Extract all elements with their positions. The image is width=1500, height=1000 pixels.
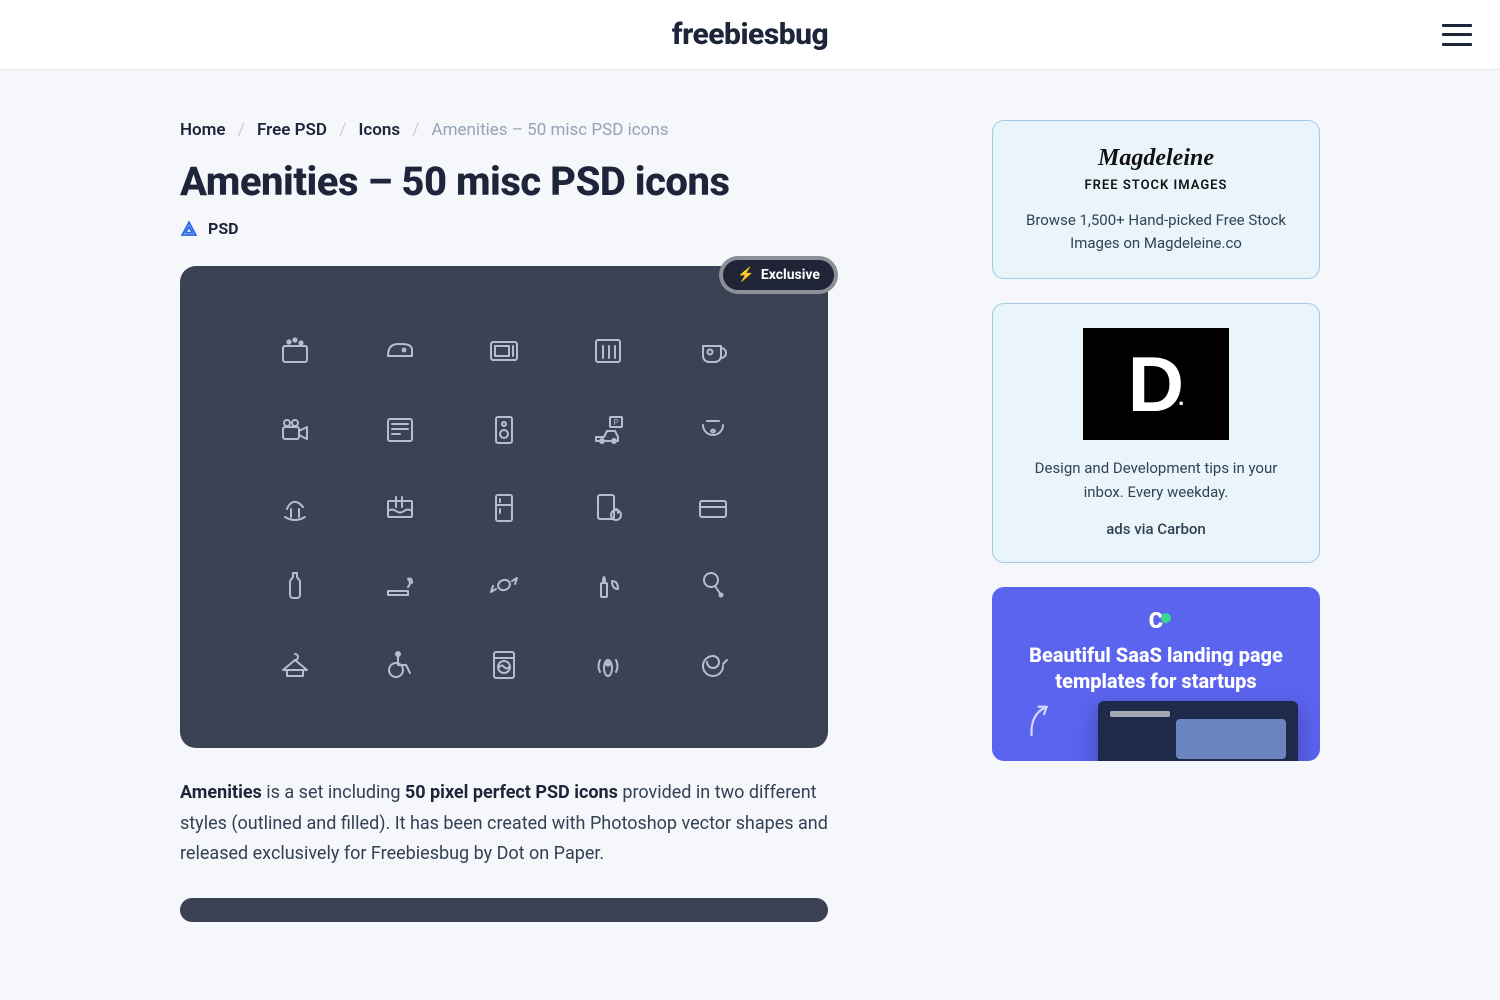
- breadcrumb-freepsd[interactable]: Free PSD: [257, 120, 327, 140]
- fishbowl-icon: [691, 407, 735, 451]
- candle-leaf-icon: [586, 563, 630, 607]
- breadcrumb-icons[interactable]: Icons: [358, 120, 400, 140]
- carbon-via-link[interactable]: ads via Carbon: [1017, 520, 1295, 538]
- promo-c-logo-icon: C: [1149, 609, 1163, 634]
- hanger-icon: [273, 642, 317, 686]
- carbon-ad-image: D.: [1083, 328, 1229, 440]
- wheelchair-icon: [378, 642, 422, 686]
- magdeleine-card[interactable]: Magdeleine FREE STOCK IMAGES Browse 1,50…: [992, 120, 1320, 279]
- carbon-ad-text: Design and Development tips in your inbo…: [1017, 456, 1295, 504]
- remote-sensor-icon: [586, 642, 630, 686]
- breadcrumb-current: Amenities – 50 misc PSD icons: [432, 120, 669, 140]
- pool-icon: [378, 485, 422, 529]
- description-text: Amenities is a set including 50 pixel pe…: [180, 778, 828, 870]
- washer-icon: [482, 642, 526, 686]
- exclusive-badge: ⚡ Exclusive: [723, 260, 834, 290]
- arrow-icon: [1013, 694, 1066, 747]
- magdeleine-subtitle: FREE STOCK IMAGES: [1017, 178, 1295, 193]
- coffee-cup-icon: [691, 328, 735, 372]
- magdeleine-logo: Magdeleine: [1017, 145, 1295, 172]
- lock-screen-icon: [586, 485, 630, 529]
- iron-icon: [378, 328, 422, 372]
- microwave-icon: [482, 328, 526, 372]
- promo-mockup: [1098, 701, 1298, 761]
- tennis-icon: [691, 563, 735, 607]
- bottle-icon: [273, 563, 317, 607]
- secondary-preview: [180, 898, 828, 922]
- page-title: Amenities – 50 misc PSD icons: [180, 158, 944, 205]
- psd-triangle-icon: [180, 220, 198, 238]
- saas-promo-card[interactable]: C Beautiful SaaS landing page templates …: [992, 587, 1320, 761]
- magdeleine-description: Browse 1,500+ Hand-picked Free Stock Ima…: [1017, 209, 1295, 254]
- newspaper-icon: [378, 407, 422, 451]
- breadcrumb-home[interactable]: Home: [180, 120, 226, 140]
- video-camera-icon: [273, 407, 317, 451]
- swirl-icon: [691, 642, 735, 686]
- rocking-horse-icon: [273, 485, 317, 529]
- bottles-icon: [586, 328, 630, 372]
- parking-icon: P: [586, 407, 630, 451]
- breadcrumb: Home / Free PSD / Icons / Amenities – 50…: [180, 120, 944, 140]
- carbon-ad-card[interactable]: D. Design and Development tips in your i…: [992, 303, 1320, 563]
- fridge-icon: [482, 485, 526, 529]
- washing-basin-icon: [273, 328, 317, 372]
- svg-text:P: P: [614, 418, 619, 427]
- speaker-icon: [482, 407, 526, 451]
- preview-image: ⚡ Exclusive P: [180, 266, 828, 748]
- format-tag[interactable]: PSD: [208, 219, 239, 238]
- promo-title: Beautiful SaaS landing page templates fo…: [1014, 642, 1298, 694]
- smoking-icon: [378, 563, 422, 607]
- credit-card-icon: [691, 485, 735, 529]
- candy-icon: [482, 563, 526, 607]
- hamburger-menu-icon[interactable]: [1442, 24, 1472, 46]
- site-brand[interactable]: freebiesbug: [672, 17, 828, 52]
